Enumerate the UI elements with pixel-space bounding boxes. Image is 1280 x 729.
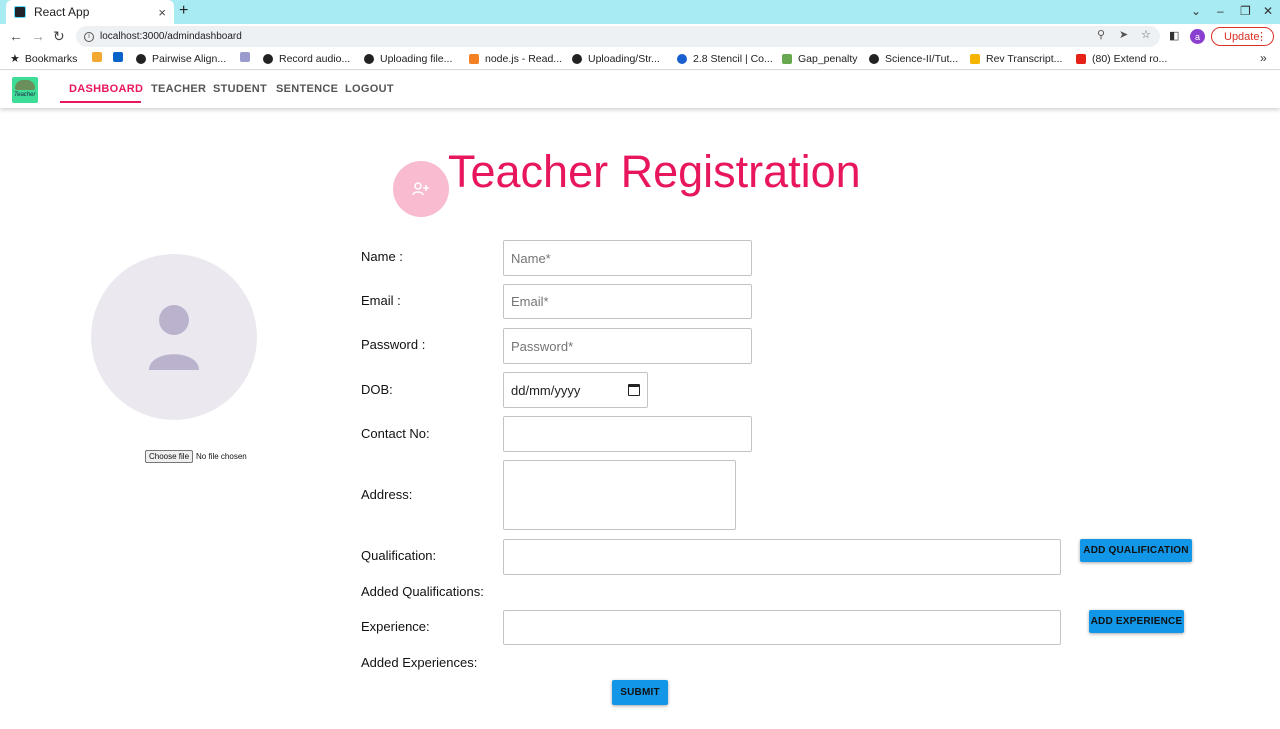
contact-label: Contact No: [361, 426, 430, 441]
bookmark-item[interactable]: Record audio... [263, 52, 350, 66]
github-icon [364, 54, 374, 64]
tab-close-icon[interactable]: × [158, 6, 166, 19]
dob-label: DOB: [361, 382, 393, 397]
qualification-label: Qualification: [361, 548, 437, 563]
added-qualifications-label: Added Qualifications: [361, 584, 484, 599]
bookmark-item[interactable]: Gap_penalty [782, 52, 858, 66]
nav-logout[interactable]: LOGOUT [345, 83, 394, 95]
email-input[interactable] [503, 284, 752, 319]
contact-input[interactable] [503, 416, 752, 452]
update-label: Update [1224, 30, 1260, 43]
github-icon [869, 54, 879, 64]
bookmark-item[interactable]: Science-II/Tut... [869, 52, 958, 66]
nav-student[interactable]: STUDENT [213, 83, 267, 95]
add-user-icon [393, 161, 449, 217]
active-tab-indicator [60, 101, 141, 103]
app-navbar: Teacher DASHBOARD TEACHER STUDENT SENTEN… [0, 71, 1280, 108]
back-icon[interactable]: ← [9, 28, 23, 44]
dna-icon [240, 52, 250, 62]
react-favicon-icon [14, 6, 26, 18]
side-panel-icon[interactable]: ◧ [1169, 29, 1179, 43]
site-info-icon[interactable]: i [84, 31, 94, 42]
bookmark-logo-icon [92, 52, 102, 62]
bookmarks-bar: ★ Bookmarks Pairwise Align... Record audi… [0, 48, 1280, 70]
name-label: Name : [361, 249, 403, 264]
add-qualification-button[interactable]: ADD QUALIFICATION [1080, 539, 1192, 562]
nav-sentence[interactable]: SENTENCE [276, 83, 338, 95]
restore-icon[interactable]: ❐ [1240, 4, 1251, 18]
nav-dashboard[interactable]: DASHBOARD [69, 83, 143, 95]
bookmark-item[interactable]: Pairwise Align... [136, 52, 226, 66]
youtube-icon [1076, 54, 1086, 64]
added-experiences-label: Added Experiences: [361, 655, 478, 670]
bookmark-item[interactable]: 2.8 Stencil | Co... [677, 52, 773, 66]
submit-button[interactable]: SUBMIT [612, 680, 668, 705]
tab-search-icon[interactable]: ⌄ [1191, 4, 1201, 18]
bookmark-item[interactable] [92, 52, 108, 62]
window-close-icon[interactable]: ✕ [1263, 4, 1273, 18]
address-label: Address: [361, 487, 413, 502]
tab-title: React App [34, 5, 90, 19]
address-bar[interactable]: i localhost:3000/admindashboard [76, 26, 1160, 47]
calendar-icon[interactable] [628, 384, 640, 396]
password-input[interactable] [503, 328, 752, 364]
name-input[interactable] [503, 240, 752, 276]
star-icon: ★ [10, 53, 20, 65]
browser-tab[interactable]: React App × [6, 0, 174, 24]
outlook-icon [113, 52, 123, 62]
file-picker: Choose file No file chosen [145, 450, 247, 463]
dob-value: dd/mm/yyyy [511, 382, 581, 398]
zoom-icon[interactable]: ⚲ [1097, 28, 1105, 42]
bookmark-item[interactable]: Rev Transcript... [970, 52, 1062, 66]
github-icon [572, 54, 582, 64]
logo-graphic-icon [15, 80, 35, 90]
experience-label: Experience: [361, 619, 430, 634]
experience-input[interactable] [503, 610, 1061, 645]
profile-avatar[interactable]: a [1190, 29, 1205, 44]
add-experience-button[interactable]: ADD EXPERIENCE [1089, 610, 1184, 633]
new-tab-button[interactable]: + [179, 3, 188, 19]
c-icon [677, 54, 687, 64]
bookmark-item[interactable] [240, 52, 256, 62]
dob-input[interactable]: dd/mm/yyyy [503, 372, 648, 408]
send-icon[interactable]: ➤ [1119, 28, 1128, 42]
github-icon [263, 54, 273, 64]
browser-toolbar: ← → ↻ i localhost:3000/admindashboard ⚲ … [0, 24, 1280, 48]
stackoverflow-icon [469, 54, 479, 64]
profile-picture[interactable] [91, 254, 257, 420]
folder-icon [970, 54, 980, 64]
forward-icon[interactable]: → [31, 28, 45, 44]
bookmark-item[interactable]: node.js - Read... [469, 52, 562, 66]
file-status: No file chosen [196, 452, 247, 461]
reload-icon[interactable]: ↻ [53, 28, 65, 44]
url-text: localhost:3000/admindashboard [100, 31, 242, 42]
qualification-input[interactable] [503, 539, 1061, 575]
minimize-icon[interactable]: – [1217, 4, 1224, 18]
email-label: Email : [361, 293, 401, 308]
choose-file-button[interactable]: Choose file [145, 450, 194, 463]
menu-dots-icon: ⋮ [1256, 31, 1267, 43]
update-button[interactable]: Update ⋮ [1211, 27, 1274, 46]
page-title: Teacher Registration [448, 146, 861, 197]
nav-teacher[interactable]: TEACHER [151, 83, 206, 95]
bookmark-item[interactable]: Uploading file... [364, 52, 452, 66]
bookmark-item[interactable] [113, 52, 129, 62]
browser-tab-strip: React App × + ⌄ – ❐ ✕ [0, 0, 1280, 24]
bookmark-star-icon[interactable]: ☆ [1141, 28, 1151, 42]
password-label: Password : [361, 337, 426, 352]
address-textarea[interactable] [503, 460, 736, 530]
bookmark-item[interactable]: Uploading/Str... [572, 52, 660, 66]
tree-icon [782, 54, 792, 64]
bookmark-item[interactable]: (80) Extend ro... [1076, 52, 1167, 66]
bookmark-item[interactable]: ★ Bookmarks [10, 52, 77, 66]
github-icon [136, 54, 146, 64]
person-icon [149, 305, 199, 370]
logo-text: Teacher [14, 92, 36, 98]
app-logo[interactable]: Teacher [12, 77, 38, 103]
more-bookmarks-icon[interactable]: » [1260, 51, 1267, 65]
